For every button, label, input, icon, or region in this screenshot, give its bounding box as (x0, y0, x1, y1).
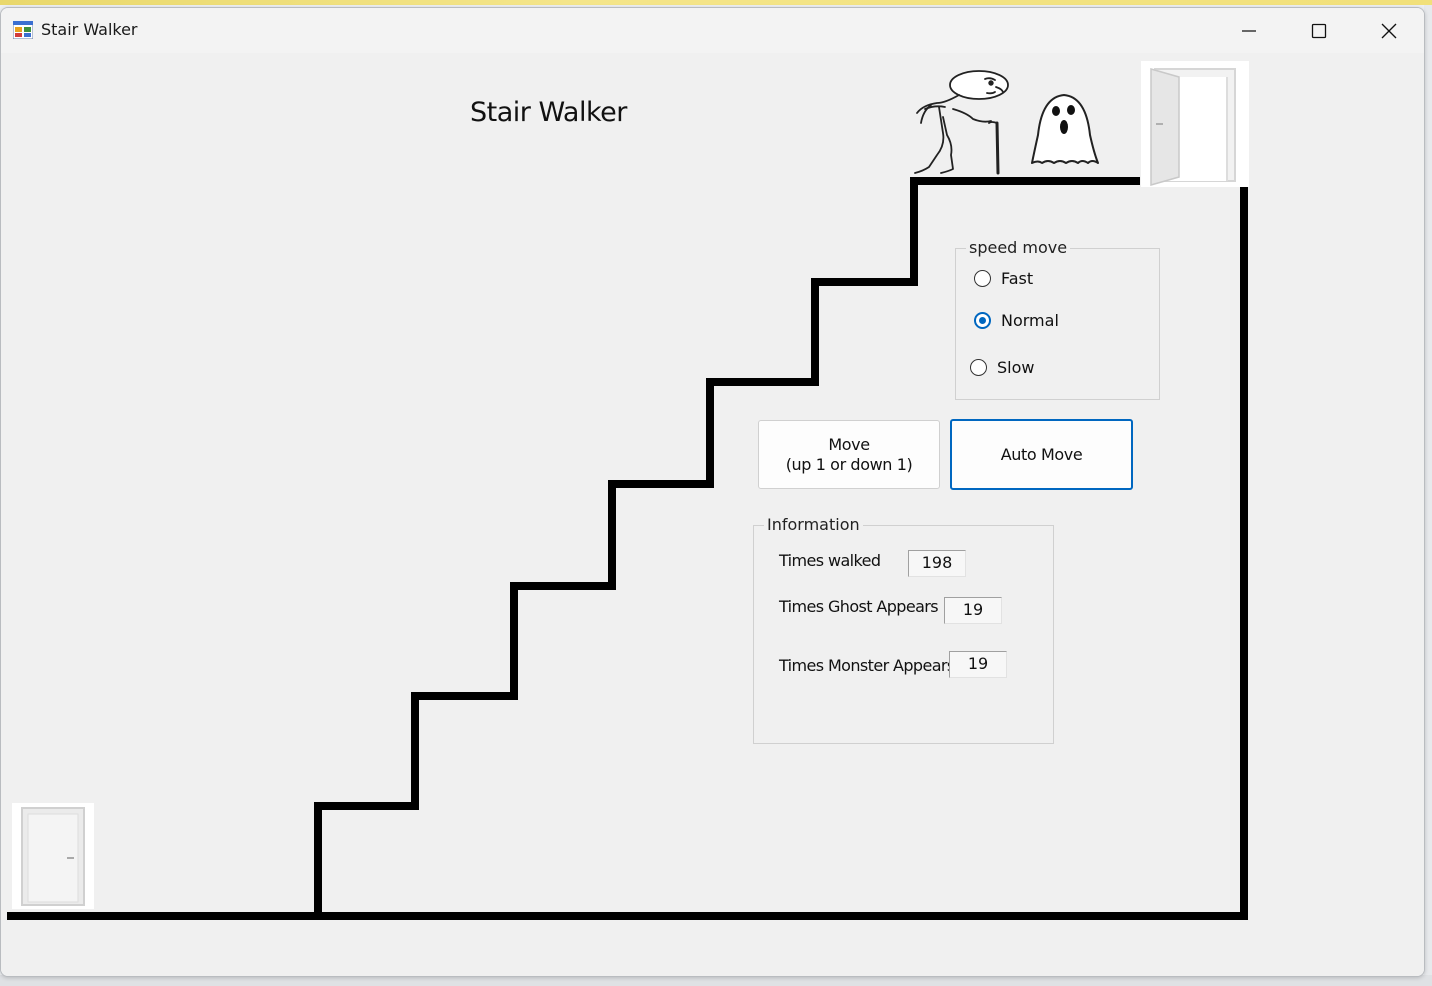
maximize-button[interactable] (1284, 8, 1354, 53)
auto-move-button[interactable]: Auto Move (950, 419, 1133, 490)
radio-slow-label: Slow (997, 358, 1035, 377)
information-caption: Information (764, 515, 863, 534)
ghost-appears-label: Times Ghost Appears (779, 597, 939, 616)
window-title: Stair Walker (41, 20, 138, 39)
close-icon (1381, 23, 1397, 38)
desktop-accent-strip (0, 0, 1432, 5)
minimize-icon (1242, 29, 1256, 32)
title-bar[interactable]: Stair Walker (1, 8, 1424, 53)
information-groupbox: Information Times walked 198 Times Ghost… (753, 515, 1054, 744)
close-button[interactable] (1354, 8, 1424, 53)
minimize-button[interactable] (1214, 8, 1284, 53)
times-walked-value: 198 (908, 550, 966, 577)
staircase-drawing (7, 177, 1248, 920)
speed-move-caption: speed move (966, 238, 1071, 257)
bottom-door-image (12, 803, 94, 909)
background-window-edge (1424, 5, 1432, 986)
form-client-area: Stair Walker speed move Fast Normal Slow… (1, 53, 1424, 976)
app-window: Stair Walker Stair Walker speed move Fas… (0, 7, 1425, 977)
auto-move-button-label: Auto Move (1000, 444, 1083, 464)
old-man-walker-icon (914, 70, 1009, 175)
move-button[interactable]: Move (up 1 or down 1) (758, 420, 940, 489)
app-icon (13, 21, 33, 39)
maximize-icon (1311, 23, 1327, 38)
top-door-image (1141, 61, 1249, 187)
radio-normal-label: Normal (1001, 311, 1059, 330)
open-door-icon (1150, 68, 1236, 186)
move-button-line1: Move (828, 434, 870, 454)
radio-fast-label: Fast (1001, 269, 1034, 288)
times-walked-label: Times walked (779, 551, 881, 570)
ghost-icon (1031, 94, 1099, 164)
radio-normal-indicator[interactable] (974, 312, 991, 329)
radio-slow[interactable]: Slow (970, 358, 1034, 377)
move-button-line2: (up 1 or down 1) (785, 454, 913, 474)
monster-appears-label: Times Monster Appears (779, 656, 955, 675)
ghost-appears-value: 19 (944, 597, 1002, 624)
radio-normal[interactable]: Normal (974, 311, 1059, 330)
speed-move-groupbox: speed move Fast Normal Slow (955, 238, 1160, 400)
closed-door-icon (21, 807, 85, 906)
monster-appears-value: 19 (949, 651, 1007, 678)
radio-fast-indicator[interactable] (974, 270, 991, 287)
radio-fast[interactable]: Fast (974, 269, 1033, 288)
radio-slow-indicator[interactable] (970, 359, 987, 376)
